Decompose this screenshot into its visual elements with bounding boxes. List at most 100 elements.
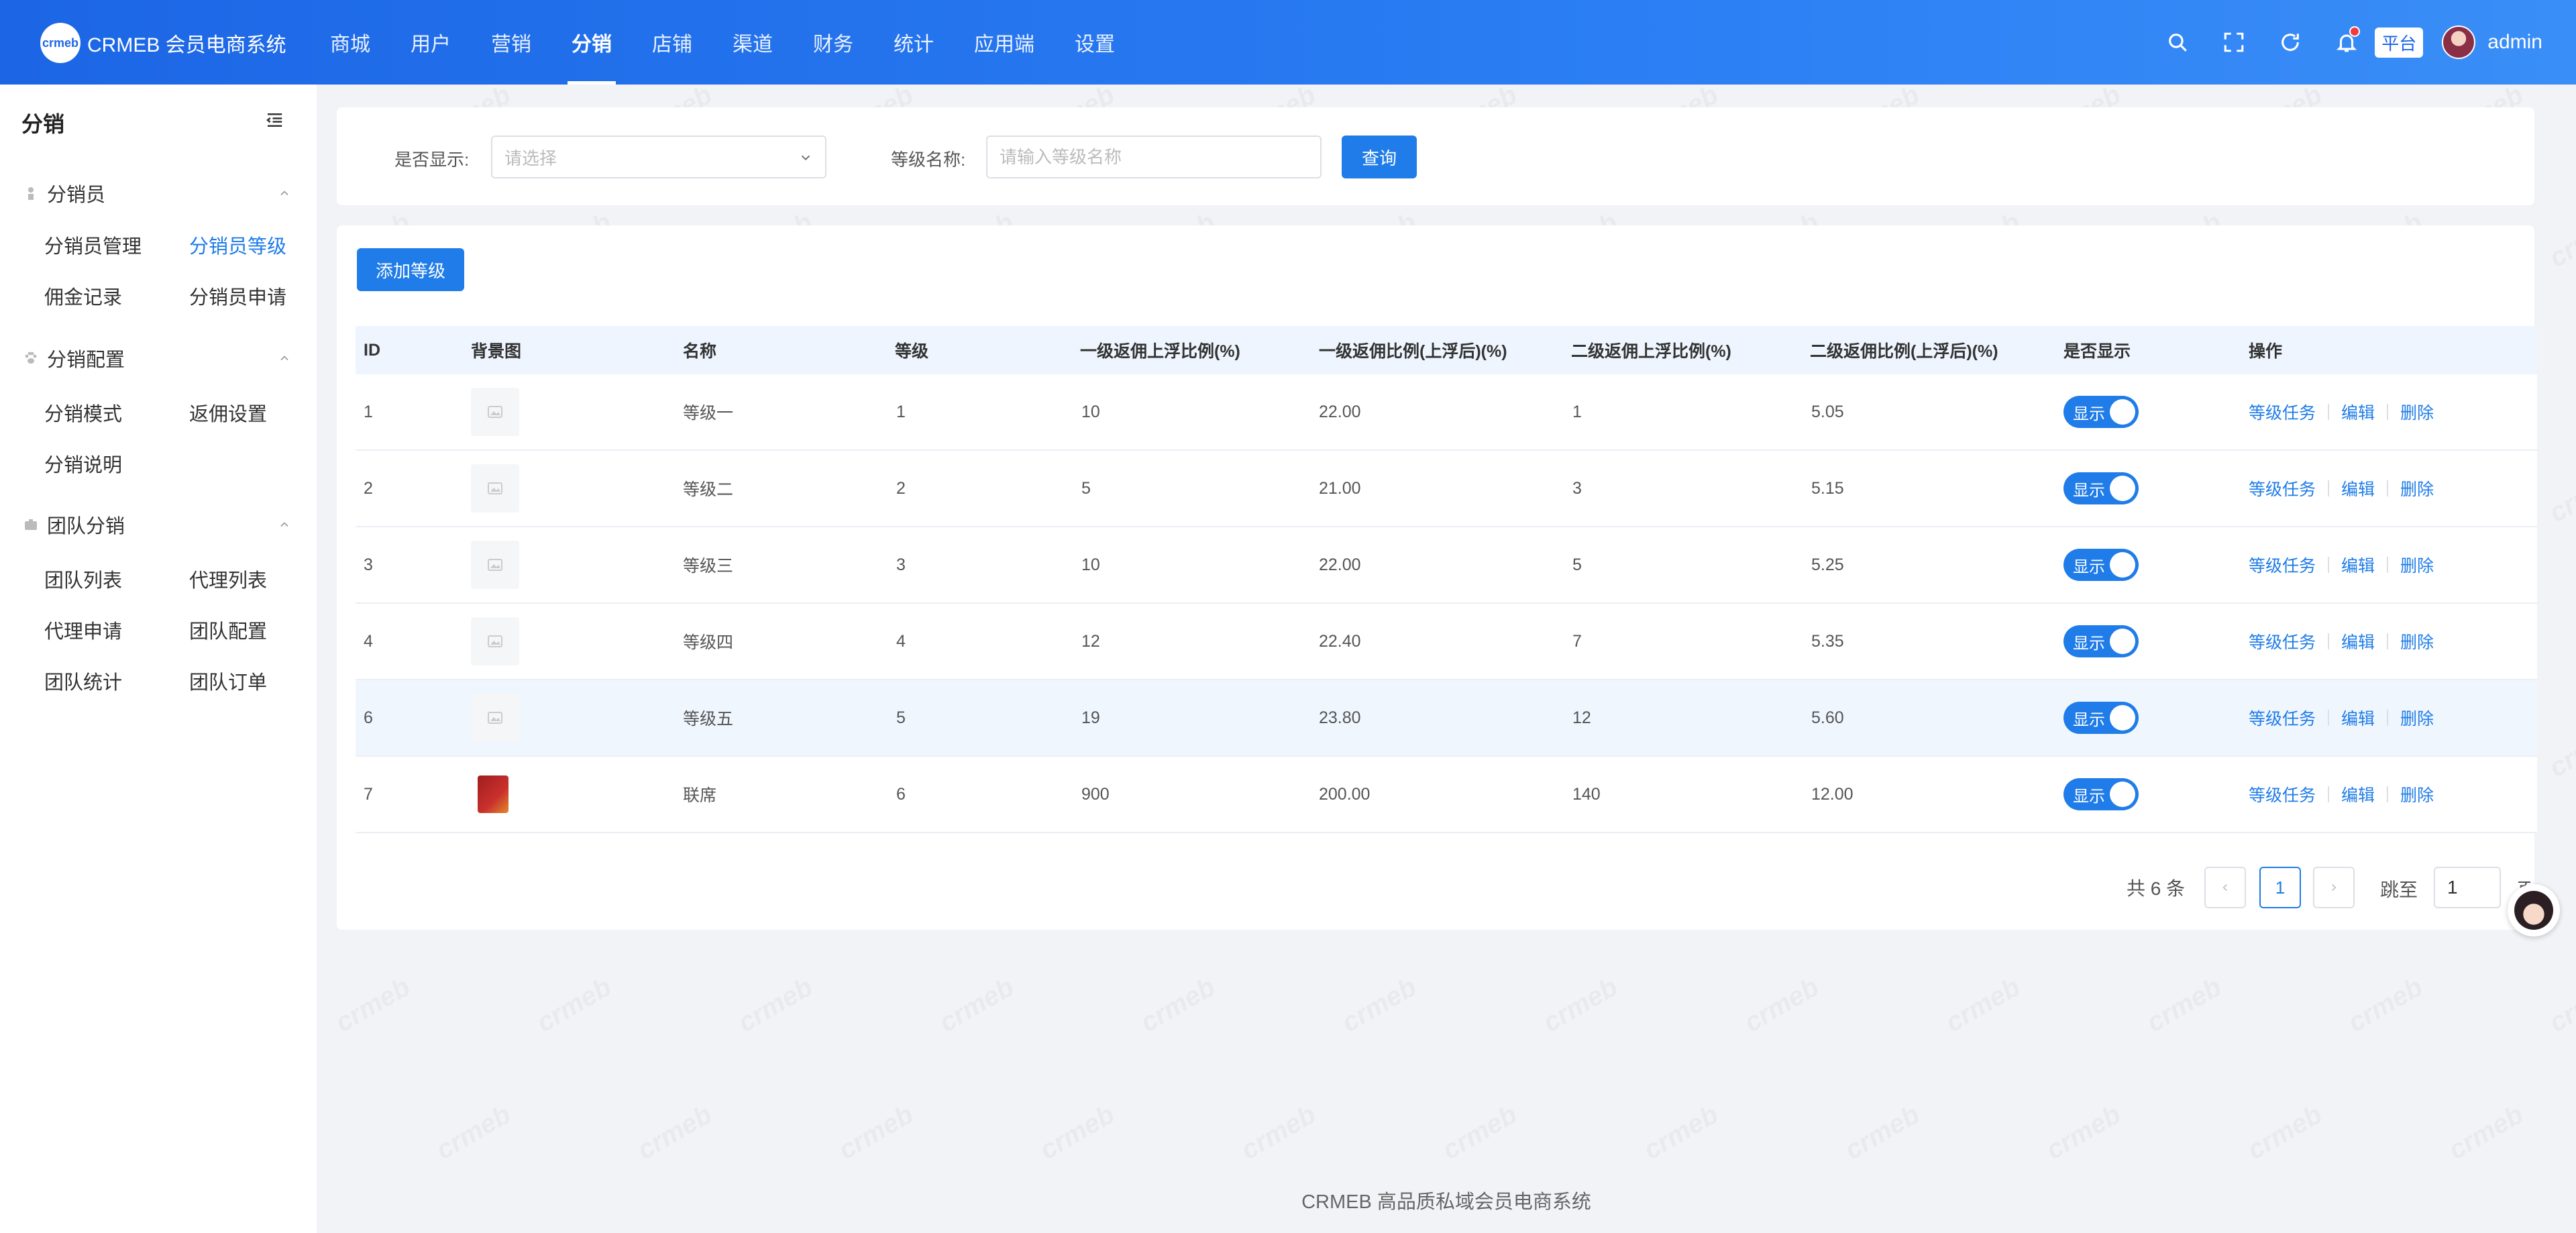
nav-item-mall[interactable]: 商城: [310, 0, 390, 85]
show-toggle[interactable]: 显示: [2063, 472, 2139, 504]
level-task-link[interactable]: 等级任务: [2249, 629, 2316, 653]
image-placeholder-icon[interactable]: [471, 541, 519, 589]
delete-link[interactable]: 删除: [2400, 553, 2434, 577]
nav-item-users[interactable]: 用户: [390, 0, 471, 85]
chevron-up-icon: [280, 191, 288, 196]
logo-mark: crmeb: [40, 23, 80, 63]
sidebar-item-commission-records[interactable]: 佣金记录: [44, 282, 122, 310]
add-level-button[interactable]: 添加等级: [357, 248, 464, 291]
cell-actions: 等级任务 编辑 删除: [2249, 680, 2434, 755]
cell-id: 7: [364, 784, 373, 804]
level-task-link[interactable]: 等级任务: [2249, 782, 2316, 806]
delete-link[interactable]: 删除: [2400, 782, 2434, 806]
chevron-left-icon: [2222, 883, 2227, 892]
level-task-link[interactable]: 等级任务: [2249, 476, 2316, 500]
jump-page-input[interactable]: [2434, 867, 2501, 908]
delete-link[interactable]: 删除: [2400, 706, 2434, 730]
toggle-label: 显示: [2073, 787, 2105, 806]
edit-link[interactable]: 编辑: [2341, 476, 2375, 500]
watermark-text: crmeb: [1236, 1100, 1321, 1166]
col-l1-float: 一级返佣上浮比例(%): [1080, 342, 1240, 361]
col-background: 背景图: [471, 342, 522, 361]
watermark-text: crmeb: [934, 972, 1019, 1038]
menu-fold-icon[interactable]: [264, 110, 284, 130]
level-name-label: 等级名称:: [891, 150, 966, 170]
sidebar-item-team-config[interactable]: 团队配置: [189, 616, 267, 644]
show-toggle[interactable]: 显示: [2063, 778, 2139, 810]
nav-item-channel[interactable]: 渠道: [712, 0, 793, 85]
cell-actions: 等级任务 编辑 删除: [2249, 451, 2434, 526]
nav-item-stats[interactable]: 统计: [873, 0, 954, 85]
sidebar-title: 分销: [21, 112, 65, 136]
delete-link[interactable]: 删除: [2400, 400, 2434, 424]
query-button[interactable]: 查询: [1342, 136, 1417, 178]
sidebar-item-distribution-notes[interactable]: 分销说明: [44, 449, 122, 478]
image-placeholder-icon[interactable]: [471, 617, 519, 665]
nav-item-marketing[interactable]: 营销: [471, 0, 551, 85]
edit-link[interactable]: 编辑: [2341, 400, 2375, 424]
sidebar-item-distributor-level[interactable]: 分销员等级: [189, 231, 286, 259]
sidebar-item-distribution-mode[interactable]: 分销模式: [44, 398, 122, 427]
edit-link[interactable]: 编辑: [2341, 706, 2375, 730]
sidebar-item-distributor-apply[interactable]: 分销员申请: [189, 282, 286, 310]
image-placeholder-icon[interactable]: [471, 464, 519, 513]
watermark-text: crmeb: [2544, 717, 2576, 784]
refresh-icon[interactable]: [2277, 29, 2304, 56]
nav-item-settings[interactable]: 设置: [1055, 0, 1135, 85]
cell-id: 3: [364, 555, 373, 574]
sidebar-item-agent-list[interactable]: 代理列表: [189, 565, 267, 593]
sidebar-item-team-orders[interactable]: 团队订单: [189, 667, 267, 695]
sidebar-item-team-stats[interactable]: 团队统计: [44, 667, 122, 695]
col-actions: 操作: [2249, 342, 2283, 361]
edit-link[interactable]: 编辑: [2341, 553, 2375, 577]
fullscreen-icon[interactable]: [2220, 29, 2247, 56]
next-page-button[interactable]: [2313, 867, 2355, 908]
customer-service-avatar[interactable]: [2508, 884, 2560, 936]
sidebar-group-distributors[interactable]: 分销员: [23, 180, 291, 207]
sidebar-item-rebate-settings[interactable]: 返佣设置: [189, 398, 267, 427]
nav-item-apps[interactable]: 应用端: [954, 0, 1055, 85]
edit-link[interactable]: 编辑: [2341, 782, 2375, 806]
show-toggle[interactable]: 显示: [2063, 396, 2139, 428]
level-task-link[interactable]: 等级任务: [2249, 400, 2316, 424]
sidebar-group-config[interactable]: 分销配置: [23, 345, 291, 372]
sidebar-item-distributor-manage[interactable]: 分销员管理: [44, 231, 142, 259]
watermark-text: crmeb: [2041, 1100, 2126, 1166]
show-toggle[interactable]: 显示: [2063, 702, 2139, 734]
sidebar-group-team[interactable]: 团队分销: [23, 511, 291, 538]
level-name-input[interactable]: [986, 136, 1322, 178]
show-filter-label: 是否显示:: [394, 150, 470, 170]
watermark-text: crmeb: [1941, 972, 2025, 1038]
user-avatar[interactable]: [2442, 25, 2476, 59]
app-logo[interactable]: crmeb CRMEB 会员电商系统: [40, 23, 286, 63]
cell-l1-float: 900: [1081, 784, 1110, 804]
user-name[interactable]: admin: [2487, 31, 2542, 54]
search-icon[interactable]: [2164, 29, 2191, 56]
platform-badge[interactable]: 平台: [2375, 27, 2424, 58]
watermark-text: crmeb: [431, 1100, 516, 1166]
image-placeholder-icon[interactable]: [471, 694, 519, 742]
toggle-label: 显示: [2073, 481, 2105, 500]
image-placeholder-icon[interactable]: [471, 388, 519, 436]
show-toggle[interactable]: 显示: [2063, 625, 2139, 657]
delete-link[interactable]: 删除: [2400, 476, 2434, 500]
sidebar-item-agent-apply[interactable]: 代理申请: [44, 616, 122, 644]
prev-page-button[interactable]: [2204, 867, 2246, 908]
level-task-link[interactable]: 等级任务: [2249, 553, 2316, 577]
sidebar-item-team-list[interactable]: 团队列表: [44, 565, 122, 593]
toggle-label: 显示: [2073, 405, 2105, 423]
watermark-text: crmeb: [331, 972, 415, 1038]
show-toggle[interactable]: 显示: [2063, 549, 2139, 581]
nav-item-store[interactable]: 店铺: [632, 0, 712, 85]
nav-item-distribution[interactable]: 分销: [551, 0, 632, 85]
level-card-thumbnail[interactable]: [478, 775, 508, 813]
edit-link[interactable]: 编辑: [2341, 629, 2375, 653]
table-row: 6 等级五 5 19 23.80 12 5.60 显示 等级任务 编辑 删除: [356, 680, 2537, 757]
show-status-select[interactable]: 请选择: [491, 136, 826, 178]
header-tools: 平台 admin: [2135, 0, 2542, 85]
nav-item-finance[interactable]: 财务: [793, 0, 873, 85]
page-number-button[interactable]: 1: [2259, 867, 2301, 908]
level-task-link[interactable]: 等级任务: [2249, 706, 2316, 730]
delete-link[interactable]: 删除: [2400, 629, 2434, 653]
bell-icon[interactable]: [2333, 26, 2361, 56]
